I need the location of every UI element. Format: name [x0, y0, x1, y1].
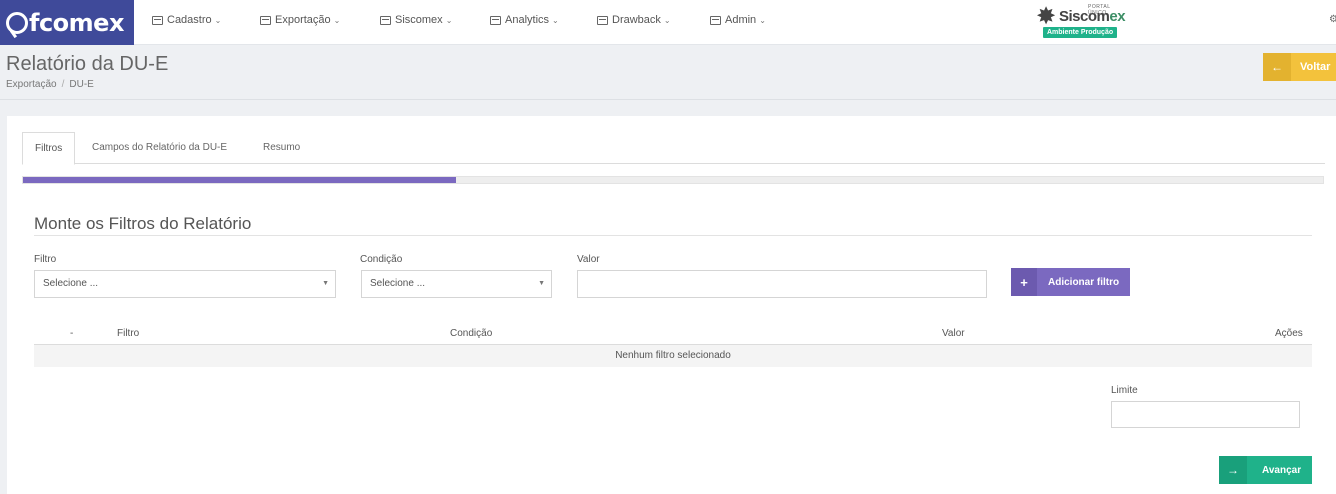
logo-text: fcomex [29, 8, 124, 37]
top-navbar: fcomex Cadastro ⌄ Exportação ⌄ Siscomex … [0, 0, 1336, 45]
siscomex-logo: ✸ PORTAL ÚNICO Siscomex Ambiente Produçã… [1032, 3, 1126, 41]
logo-glyph-icon [6, 11, 28, 34]
gear-icon[interactable]: ⚙ [1329, 14, 1336, 25]
list-icon [152, 15, 163, 25]
column-header-index: - [70, 328, 74, 339]
valor-input[interactable] [577, 270, 987, 298]
breadcrumb-separator: / [61, 79, 65, 90]
nav-item-analytics[interactable]: Analytics ⌄ [490, 14, 559, 26]
back-button[interactable]: ← Voltar [1263, 53, 1336, 81]
condicao-select-value: Selecione ... [370, 278, 426, 289]
breadcrumb-item-due: DU-E [69, 79, 94, 90]
nav-item-label: Drawback [612, 14, 661, 26]
plus-icon: + [1011, 268, 1037, 296]
fcomex-logo[interactable]: fcomex [0, 0, 134, 45]
list-icon [597, 15, 608, 25]
header-divider [0, 99, 1336, 100]
tab-resumo[interactable]: Resumo [251, 132, 312, 164]
environment-badge: Ambiente Produção [1043, 27, 1118, 38]
nav-item-exportacao[interactable]: Exportação ⌄ [260, 14, 340, 26]
nav-item-label: Cadastro [167, 14, 212, 26]
siscomex-name-main: Siscom [1059, 8, 1110, 25]
next-button-label: Avançar [1262, 464, 1302, 476]
list-icon [260, 15, 271, 25]
chevron-down-icon: ⌄ [445, 15, 453, 25]
tab-campos-relatorio[interactable]: Campos do Relatório da DU-E [80, 132, 239, 164]
nav-item-drawback[interactable]: Drawback ⌄ [597, 14, 671, 26]
arrow-left-icon: ← [1263, 53, 1291, 81]
chevron-down-icon: ⌄ [759, 15, 766, 25]
wizard-progress-bar [22, 176, 1324, 184]
column-header-acoes: Ações [1275, 328, 1303, 339]
filtro-label: Filtro [34, 254, 57, 265]
chevron-down-icon: ⌄ [214, 15, 222, 25]
siscomex-name-ex: ex [1109, 8, 1126, 25]
add-filter-label: Adicionar filtro [1048, 276, 1120, 288]
back-button-label: Voltar [1300, 61, 1331, 73]
nav-item-siscomex[interactable]: Siscomex ⌄ [380, 14, 452, 26]
nav-item-label: Siscomex [395, 14, 443, 26]
valor-label: Valor [577, 254, 600, 265]
tab-bar: Filtros Campos do Relatório da DU-E Resu… [22, 132, 1325, 165]
page-title: Relatório da DU-E [6, 53, 169, 75]
breadcrumb: Exportação / DU-E [6, 79, 94, 90]
dropdown-caret-icon: ▼ [538, 280, 545, 287]
nav-item-label: Analytics [505, 14, 550, 26]
next-button[interactable]: → Avançar [1219, 456, 1312, 484]
column-header-filtro: Filtro [117, 328, 140, 339]
nav-item-admin[interactable]: Admin ⌄ [710, 14, 766, 26]
filtro-select[interactable]: Selecione ... ▼ [34, 270, 336, 298]
chevron-down-icon: ⌄ [333, 15, 341, 25]
table-empty-row: Nenhum filtro selecionado [34, 345, 1312, 367]
section-divider [34, 235, 1312, 236]
siscomex-star-icon: ✸ [1035, 3, 1057, 30]
tab-filtros[interactable]: Filtros [22, 132, 76, 165]
list-icon [380, 15, 391, 25]
condicao-select[interactable]: Selecione ... ▼ [361, 270, 552, 298]
filtro-select-value: Selecione ... [43, 278, 99, 289]
limit-input[interactable] [1111, 401, 1300, 428]
nav-item-label: Exportação [275, 14, 331, 26]
dropdown-caret-icon: ▼ [322, 280, 329, 287]
chevron-down-icon: ⌄ [663, 15, 671, 25]
section-title: Monte os Filtros do Relatório [34, 214, 252, 233]
siscomex-name: Siscomex [1059, 8, 1126, 25]
list-icon [710, 15, 721, 25]
arrow-right-icon: → [1219, 456, 1247, 484]
limit-label: Limite [1111, 385, 1138, 396]
add-filter-button[interactable]: + Adicionar filtro [1011, 268, 1130, 296]
chevron-down-icon: ⌄ [552, 15, 559, 25]
breadcrumb-item-exportacao[interactable]: Exportação [6, 79, 57, 90]
progress-fill [23, 177, 456, 183]
column-header-condicao: Condição [450, 328, 493, 339]
condicao-label: Condição [360, 254, 403, 265]
nav-item-cadastro[interactable]: Cadastro ⌄ [152, 14, 221, 26]
column-header-valor: Valor [942, 328, 965, 339]
nav-item-label: Admin [725, 14, 757, 26]
report-card [7, 116, 1336, 494]
list-icon [490, 15, 501, 25]
